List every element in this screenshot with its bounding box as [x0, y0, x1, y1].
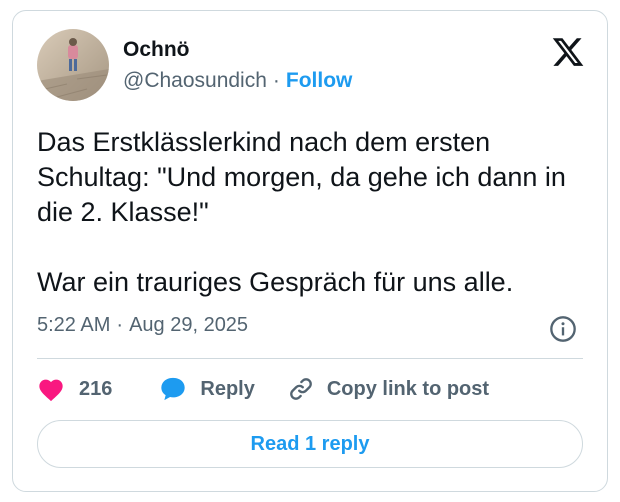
x-logo-icon[interactable]	[551, 35, 585, 69]
avatar-photo-icon	[37, 29, 109, 101]
reply-label: Reply	[200, 377, 255, 400]
follow-button[interactable]: Follow	[286, 69, 353, 92]
reply-button[interactable]: Reply	[158, 375, 255, 403]
divider	[37, 358, 583, 359]
post-timestamp[interactable]: 5:22 AM · Aug 29, 2025	[37, 314, 248, 337]
like-count: 216	[79, 377, 113, 400]
post-text: Das Erstklässlerkind nach dem ersten Sch…	[37, 127, 566, 297]
reply-bubble-icon	[161, 377, 186, 401]
author-name[interactable]: Ochnö	[123, 38, 190, 62]
copy-link-button[interactable]: Copy link to post	[287, 375, 489, 403]
timestamp-separator: ·	[116, 314, 124, 336]
handle-separator: ·	[272, 69, 280, 92]
author-handle[interactable]: @Chaosundich	[123, 69, 267, 92]
author-handle-line: @Chaosundich · Follow	[123, 69, 352, 93]
link-icon	[289, 378, 312, 400]
copy-link-label: Copy link to post	[326, 377, 490, 400]
post-time: 5:22 AM	[37, 314, 111, 336]
author-avatar[interactable]	[37, 29, 109, 101]
post-date: Aug 29, 2025	[129, 314, 249, 336]
post-card: Ochnö @Chaosundich · Follow Das Erstklässl…	[12, 10, 608, 492]
like-button[interactable]: 216	[37, 376, 112, 402]
info-icon[interactable]	[549, 315, 577, 343]
read-replies-button[interactable]: Read 1 reply	[37, 420, 583, 468]
post-actions: 216 Reply Copy link to post	[37, 373, 489, 405]
heart-icon	[39, 379, 63, 402]
